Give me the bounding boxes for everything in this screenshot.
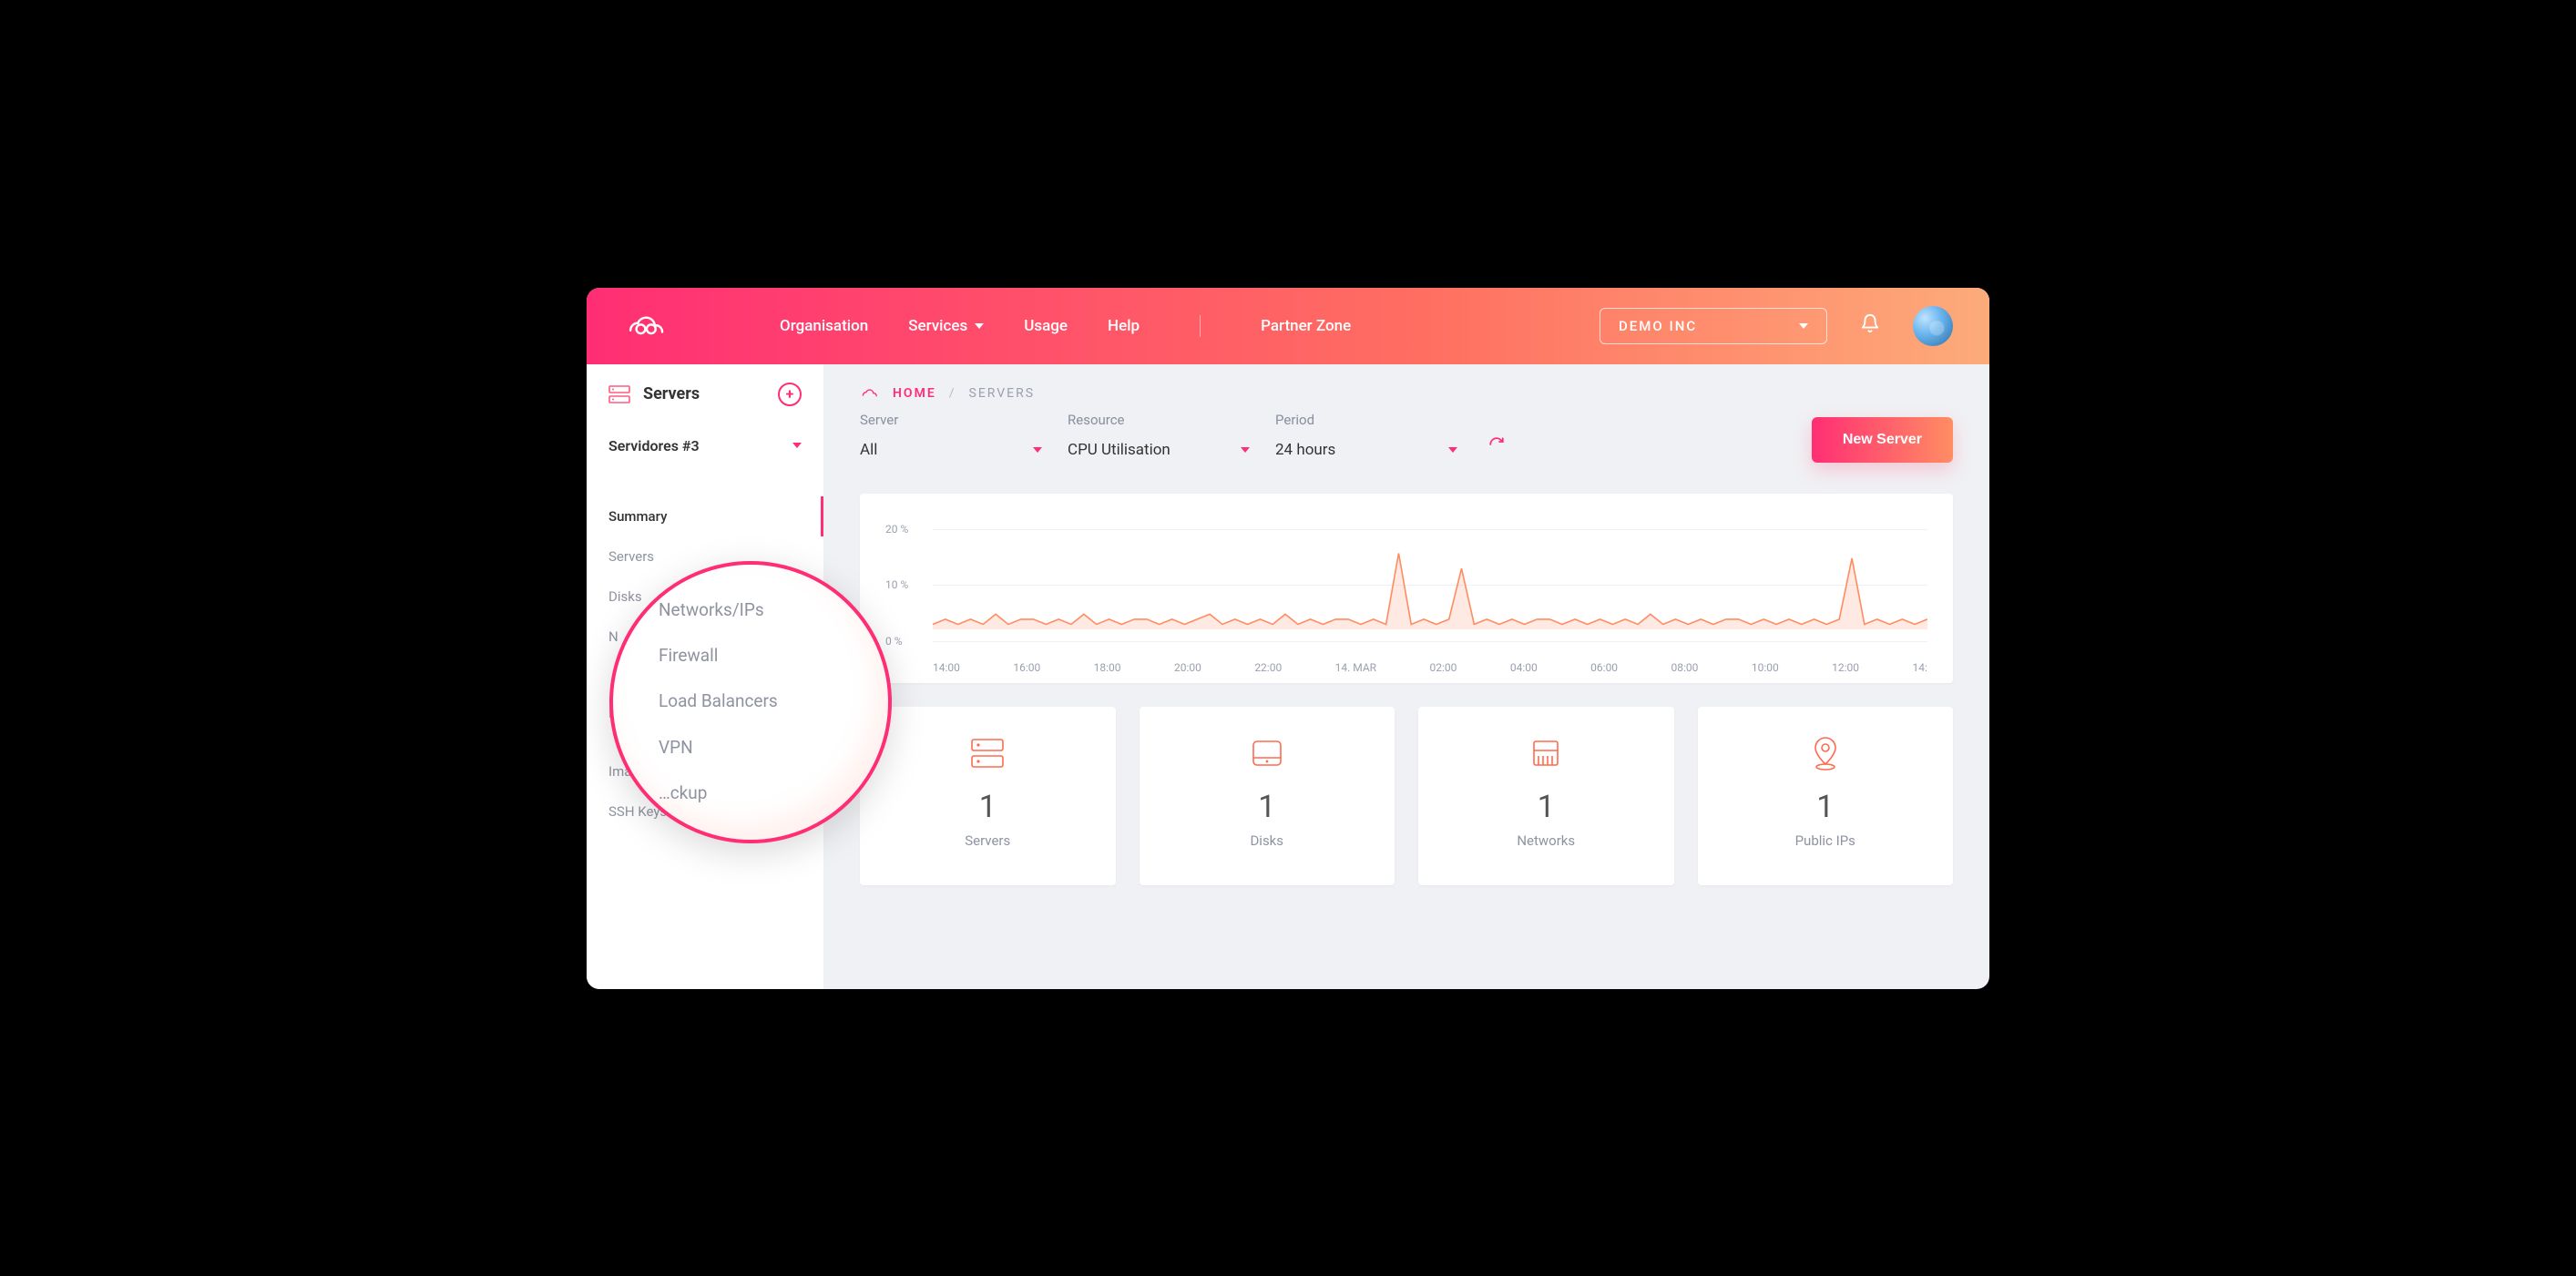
filter-resource-label: Resource <box>1068 412 1250 428</box>
filter-resource-value: CPU Utilisation <box>1068 441 1170 459</box>
top-nav: Organisation Services Usage Help Partner… <box>780 315 1351 337</box>
chevron-down-icon <box>792 443 802 448</box>
servers-icon <box>608 385 630 403</box>
new-server-button[interactable]: New Server <box>1812 417 1953 463</box>
filter-server-select[interactable]: All <box>860 441 1042 463</box>
nav-partner-zone[interactable]: Partner Zone <box>1261 317 1351 335</box>
logo[interactable] <box>623 312 670 340</box>
nav-help[interactable]: Help <box>1108 317 1140 335</box>
stat-card[interactable]: 1 Networks <box>1418 707 1674 885</box>
chart-xtick: 06:00 <box>1590 661 1618 674</box>
refresh-icon <box>1488 436 1505 453</box>
stat-cards: 1 Servers 1 Disks 1 Networks 1 Public IPs <box>860 707 1953 885</box>
stat-value: 1 <box>1427 789 1665 825</box>
zoom-item-loadbalancers[interactable]: Load Balancers <box>659 686 888 717</box>
zoom-overlay: Networks/IPs Firewall Load Balancers VPN… <box>609 561 892 843</box>
chart-xtick: 14. MAR <box>1335 661 1376 674</box>
filter-period-value: 24 hours <box>1275 441 1335 459</box>
chevron-down-icon <box>1799 323 1808 329</box>
avatar[interactable] <box>1913 306 1953 346</box>
server-group-label: Servidores #3 <box>608 437 700 454</box>
breadcrumb: HOME / SERVERS <box>860 386 1953 401</box>
stat-card[interactable]: 1 Servers <box>860 707 1116 885</box>
chart-xtick: 14:00 <box>933 661 960 674</box>
filter-server-label: Server <box>860 412 1042 428</box>
cloud-icon <box>860 387 880 400</box>
ips-icon <box>1707 734 1945 772</box>
nav-separator <box>1200 315 1201 337</box>
stat-label: Disks <box>1149 832 1386 849</box>
refresh-button[interactable] <box>1488 436 1505 457</box>
chart-xtick: 16:00 <box>1013 661 1040 674</box>
stat-value: 1 <box>869 789 1107 825</box>
breadcrumb-home[interactable]: HOME <box>893 386 936 401</box>
breadcrumb-current: SERVERS <box>969 386 1036 401</box>
notifications-button[interactable] <box>1860 313 1880 338</box>
chevron-down-icon <box>1448 447 1457 453</box>
chart-ytick: 20 % <box>885 523 908 536</box>
stat-card[interactable]: 1 Public IPs <box>1698 707 1954 885</box>
nav-usage[interactable]: Usage <box>1024 317 1068 335</box>
org-selected-label: DEMO INC <box>1619 318 1697 334</box>
chevron-down-icon <box>975 323 984 329</box>
disks-icon <box>1149 734 1386 772</box>
nav-services-label: Services <box>908 317 967 335</box>
filter-server-value: All <box>860 441 877 459</box>
chart-xtick: 20:00 <box>1174 661 1201 674</box>
chart-xtick: 08:00 <box>1671 661 1699 674</box>
zoom-item-vpn[interactable]: VPN <box>659 732 888 763</box>
chart-xtick: 18:00 <box>1094 661 1121 674</box>
filter-period-select[interactable]: 24 hours <box>1275 441 1457 463</box>
org-selector[interactable]: DEMO INC <box>1600 308 1827 344</box>
chevron-down-icon <box>1033 447 1042 453</box>
stat-card[interactable]: 1 Disks <box>1140 707 1395 885</box>
chart-ytick: 10 % <box>885 578 908 591</box>
main-content: HOME / SERVERS Server All Resource CPU U… <box>823 364 1989 989</box>
chart-xtick: 14: <box>1912 661 1927 674</box>
chart-xtick: 22:00 <box>1254 661 1282 674</box>
stat-value: 1 <box>1149 789 1386 825</box>
bell-icon <box>1860 313 1880 333</box>
sidebar-item-summary[interactable]: Summary <box>587 496 823 536</box>
server-group-selector[interactable]: Servidores #3 <box>608 437 802 454</box>
servers-icon <box>869 734 1107 772</box>
chart-xtick: 04:00 <box>1510 661 1538 674</box>
networks-icon <box>1427 734 1665 772</box>
zoom-item-networks[interactable]: Networks/IPs <box>659 595 888 626</box>
stat-label: Public IPs <box>1707 832 1945 849</box>
stat-label: Servers <box>869 832 1107 849</box>
chart-xtick: 02:00 <box>1430 661 1457 674</box>
filter-period-label: Period <box>1275 412 1457 428</box>
stat-label: Networks <box>1427 832 1665 849</box>
chart-panel: 20 % 10 % 0 % 14:0016:0018:0020:0022:001… <box>860 494 1953 683</box>
zoom-item-backup[interactable]: …ckup <box>659 778 888 809</box>
add-server-button[interactable]: + <box>778 383 802 406</box>
chart-xtick: 10:00 <box>1752 661 1779 674</box>
sidebar-title: Servers <box>643 384 700 403</box>
chart-xaxis: 14:00 16:00 18:00 20:00 22:00 14. MAR 02:00 04:… <box>933 661 1927 674</box>
topbar: Organisation Services Usage Help Partner… <box>587 288 1989 364</box>
filter-resource-select[interactable]: CPU Utilisation <box>1068 441 1250 463</box>
zoom-item-firewall[interactable]: Firewall <box>659 640 888 671</box>
stat-value: 1 <box>1707 789 1945 825</box>
chart-xtick: 12:00 <box>1832 661 1859 674</box>
chevron-down-icon <box>1241 447 1250 453</box>
chart-line <box>933 510 1927 659</box>
breadcrumb-sep: / <box>949 386 956 401</box>
nav-services[interactable]: Services <box>908 317 984 335</box>
nav-organisation[interactable]: Organisation <box>780 317 868 335</box>
